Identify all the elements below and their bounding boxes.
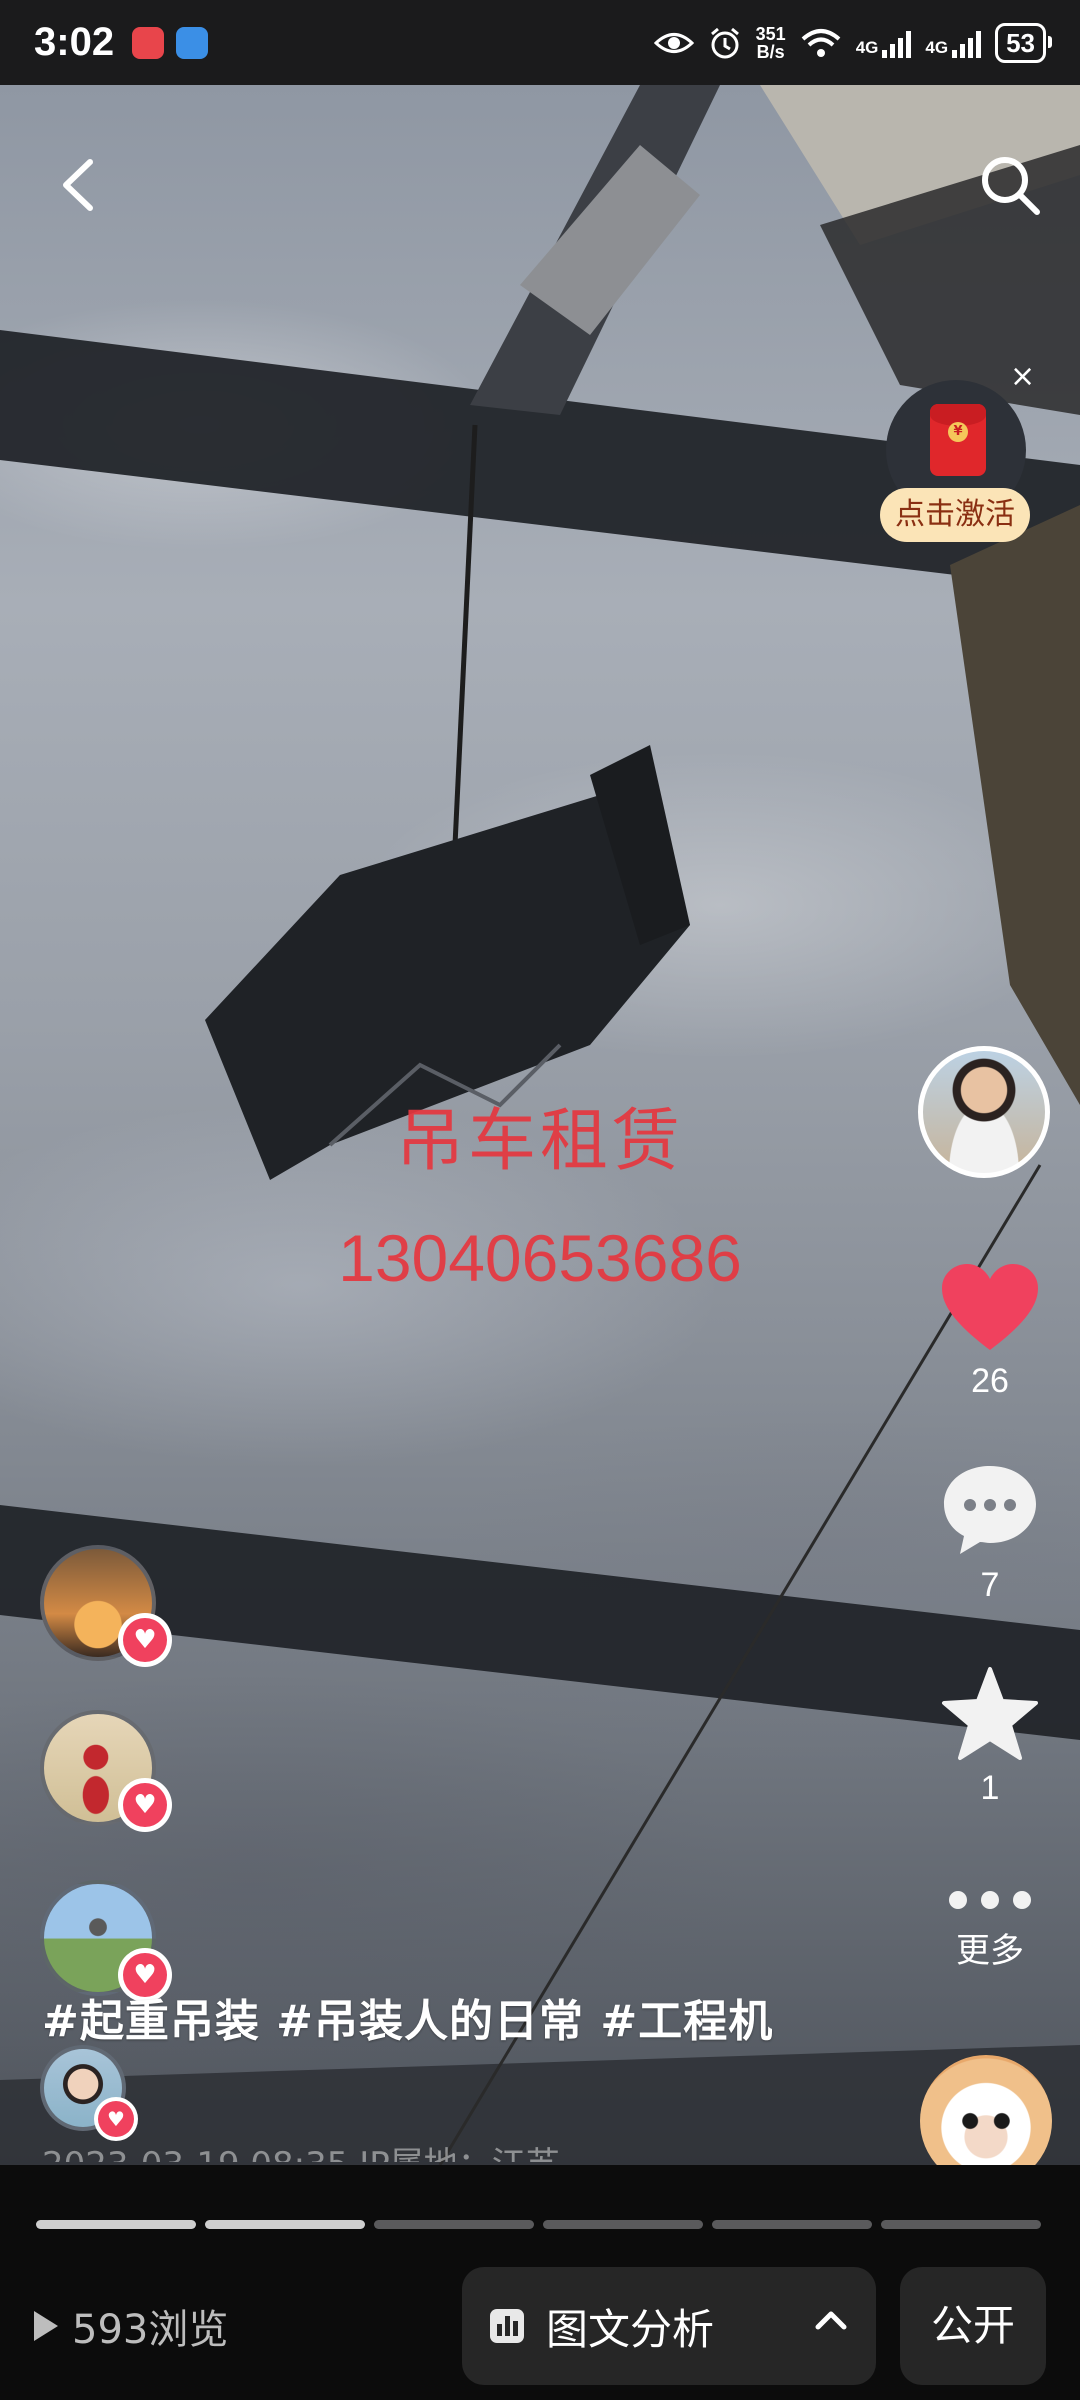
viewer-avatar-4[interactable]: ♥ bbox=[40, 2045, 138, 2141]
favorite-button[interactable]: 1 bbox=[930, 1665, 1050, 1808]
star-icon bbox=[942, 1667, 1038, 1760]
author-avatar[interactable] bbox=[918, 1046, 1050, 1178]
net-speed: 351 B/s bbox=[755, 23, 786, 62]
search-button[interactable] bbox=[975, 150, 1045, 220]
signal-sim2-icon: 4G bbox=[925, 28, 982, 58]
viewer-avatar-1[interactable]: ♥ bbox=[40, 1545, 172, 1667]
comment-count: 7 bbox=[980, 1566, 1000, 1604]
viewer-avatar-3[interactable]: ♥ bbox=[40, 1880, 172, 2002]
liked-badge: ♥ bbox=[118, 1778, 172, 1832]
weather-app-icon bbox=[176, 26, 209, 59]
heart-icon bbox=[942, 1264, 1038, 1350]
bar-chart-icon bbox=[490, 2309, 524, 2343]
like-count: 26 bbox=[971, 1362, 1009, 1400]
back-arrow-icon bbox=[63, 159, 93, 211]
progress-segment bbox=[36, 2220, 196, 2229]
red-envelope-icon: ¥ bbox=[930, 404, 986, 476]
analysis-label: 图文分析 bbox=[546, 2304, 715, 2354]
play-icon bbox=[34, 2311, 58, 2341]
search-icon bbox=[982, 157, 1040, 215]
battery-indicator: 53 bbox=[995, 22, 1052, 63]
progress-segment bbox=[205, 2220, 365, 2229]
comment-icon bbox=[944, 1466, 1036, 1554]
heart-icon: ♥ bbox=[98, 2101, 134, 2137]
progress-segment bbox=[543, 2220, 703, 2229]
alarm-icon bbox=[710, 27, 739, 58]
status-bar: 3:02 351 B/s 4G 4G 53 bbox=[0, 0, 1080, 85]
eye-icon bbox=[653, 32, 694, 53]
visibility-button[interactable]: 公开 bbox=[900, 2267, 1046, 2385]
status-time: 3:02 bbox=[34, 20, 115, 64]
overlay-phone: 13040653686 bbox=[338, 1221, 742, 1295]
carousel-progress bbox=[0, 2165, 1080, 2245]
back-button[interactable] bbox=[50, 150, 110, 220]
red-packet-widget[interactable]: ¥ 点击激活 bbox=[880, 380, 1030, 550]
hashtag-caption[interactable]: #起重吊装 #吊装人的日常 #工程机 bbox=[42, 1985, 773, 2049]
progress-segment bbox=[374, 2220, 534, 2229]
liked-badge: ♥ bbox=[118, 1613, 172, 1667]
heart-icon: ♥ bbox=[123, 1783, 167, 1827]
viewer-avatar-2[interactable]: ♥ bbox=[40, 1710, 172, 1832]
progress-segment bbox=[881, 2220, 1041, 2229]
heart-icon: ♥ bbox=[123, 1618, 167, 1662]
liked-badge: ♥ bbox=[94, 2097, 138, 2141]
wifi-icon bbox=[801, 28, 841, 57]
post-date-location: 2023-03-19 08:35 IP属地：江苏 bbox=[42, 2140, 560, 2162]
more-button[interactable]: 更多 bbox=[930, 1885, 1050, 1972]
comment-button[interactable]: 7 bbox=[930, 1462, 1050, 1605]
signal-sim1-icon: 4G bbox=[856, 28, 912, 58]
favorite-count: 1 bbox=[980, 1769, 1000, 1807]
more-dots-icon bbox=[949, 1891, 1031, 1909]
notification-app-icon bbox=[132, 26, 165, 59]
view-count: 593浏览 bbox=[34, 2297, 228, 2355]
like-button[interactable]: 26 bbox=[930, 1262, 1050, 1401]
activate-label: 点击激活 bbox=[880, 488, 1030, 542]
bottom-bar: 593浏览 图文分析 公开 bbox=[0, 2245, 1080, 2400]
red-packet-close-icon[interactable]: × bbox=[1010, 362, 1035, 392]
more-label: 更多 bbox=[956, 1932, 1024, 1970]
chevron-up-icon bbox=[815, 2311, 847, 2330]
analysis-button[interactable]: 图文分析 bbox=[462, 2267, 876, 2385]
progress-segment bbox=[712, 2220, 872, 2229]
